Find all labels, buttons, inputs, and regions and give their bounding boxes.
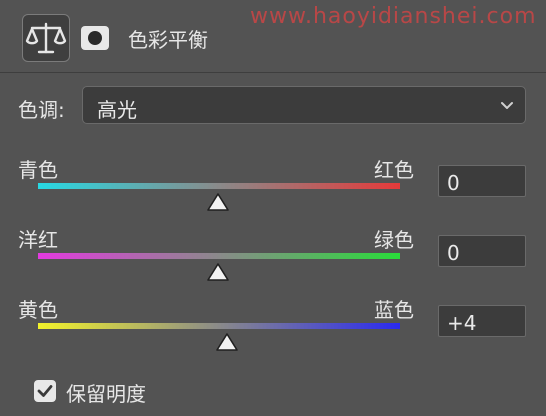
tone-label: 色调: <box>18 98 65 122</box>
cyan-red-track[interactable] <box>38 183 400 189</box>
yellow-blue-slider-thumb[interactable] <box>215 332 239 352</box>
panel-title: 色彩平衡 <box>128 28 208 52</box>
yellow-blue-value: +4 <box>447 311 477 335</box>
panel-header: 色彩平衡 www.haoyidianshei.com <box>0 0 546 68</box>
tone-select[interactable]: 高光 <box>82 86 526 124</box>
cyan-red-value: 0 <box>447 171 460 195</box>
cyan-red-slider-thumb[interactable] <box>206 192 230 212</box>
magenta-green-track[interactable] <box>38 253 400 259</box>
preserve-luminosity-checkbox[interactable] <box>34 380 56 402</box>
green-label: 绿色 <box>374 228 414 252</box>
magenta-green-slider-thumb[interactable] <box>206 262 230 282</box>
yellow-blue-value-input[interactable]: +4 <box>438 305 526 337</box>
watermark-text: www.haoyidianshei.com <box>250 4 537 29</box>
red-label: 红色 <box>374 158 414 182</box>
magenta-green-value: 0 <box>447 241 460 265</box>
preserve-luminosity-label: 保留明度 <box>66 382 146 406</box>
header-divider <box>0 72 546 73</box>
balance-scale-icon[interactable] <box>22 14 70 62</box>
yellow-blue-track[interactable] <box>38 323 400 329</box>
yellow-label: 黄色 <box>18 298 58 322</box>
layer-mask-icon[interactable] <box>80 24 110 52</box>
tone-select-value: 高光 <box>97 98 137 122</box>
cyan-red-value-input[interactable]: 0 <box>438 165 526 197</box>
checkmark-icon <box>37 385 53 397</box>
cyan-label: 青色 <box>18 158 58 182</box>
chevron-down-icon <box>501 102 513 109</box>
magenta-label: 洋红 <box>18 228 58 252</box>
magenta-green-value-input[interactable]: 0 <box>438 235 526 267</box>
blue-label: 蓝色 <box>374 298 414 322</box>
